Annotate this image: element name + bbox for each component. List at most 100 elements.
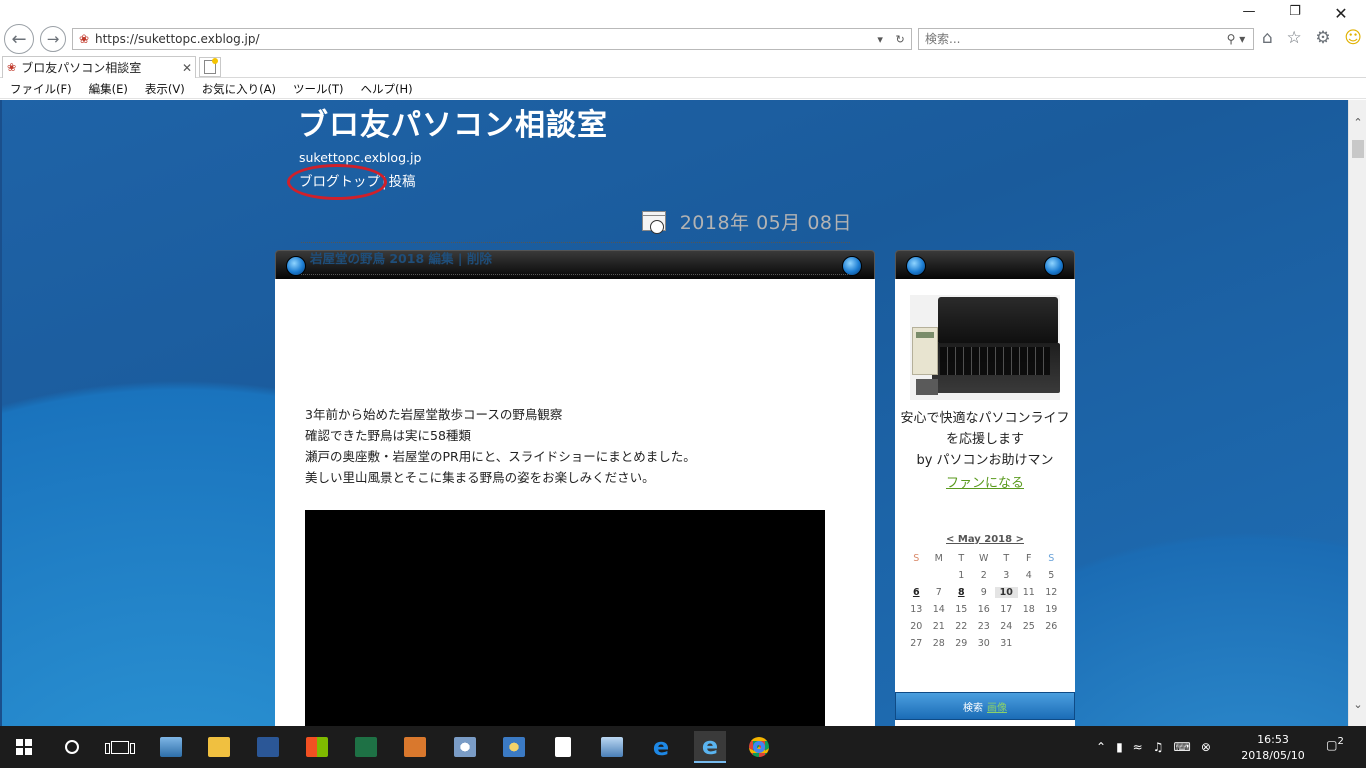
menu-view[interactable]: 表示(V) <box>145 81 185 97</box>
chevron-up-icon[interactable]: ⌃ <box>1096 740 1106 754</box>
close-circle-icon[interactable]: ⊗ <box>1201 740 1211 754</box>
calendar-week-row: 13 14 15 16 17 18 19 <box>905 601 1063 618</box>
post-line: 美しい里山風景とそこに集まる野鳥の姿をお楽しみください。 <box>305 470 655 485</box>
menu-file[interactable]: ファイル(F) <box>10 81 72 97</box>
wifi-icon[interactable]: ≈ <box>1133 740 1143 754</box>
arrow-right-icon: → <box>46 30 60 48</box>
feedback-smiley-icon[interactable]: ☺ <box>1344 28 1362 48</box>
note-icon <box>555 737 571 757</box>
calendar-day: 15 <box>955 604 968 615</box>
taskbar-store[interactable] <box>301 731 333 763</box>
browser-search-input[interactable] <box>925 32 1219 46</box>
sidebar-search-bar[interactable]: 検索 画像 <box>895 692 1075 720</box>
post-title[interactable]: 岩屋堂の野鳥 2018 <box>310 251 424 266</box>
calendar-day: 16 <box>977 604 990 615</box>
delete-link[interactable]: 削除 <box>467 251 492 266</box>
calendar-week-row: 20 21 22 23 24 25 26 <box>905 618 1063 635</box>
cortana-button[interactable] <box>56 731 88 763</box>
battery-icon[interactable]: ▮ <box>1116 740 1123 754</box>
gear-icon[interactable]: ⚙ <box>1315 28 1330 48</box>
taskbar-ie[interactable]: e <box>694 731 726 763</box>
keyboard-icon[interactable]: ⌨ <box>1174 740 1191 754</box>
post-date-row: 2018年 05月 08日 <box>640 208 852 234</box>
favorites-star-icon[interactable]: ☆ <box>1286 28 1301 48</box>
dropdown-arrow-icon[interactable]: ▾ <box>877 33 883 46</box>
home-icon[interactable]: ⌂ <box>1262 28 1273 48</box>
title-separator: | <box>457 251 463 266</box>
menu-tools[interactable]: ツール(T) <box>293 81 344 97</box>
taskbar-edge[interactable]: e <box>645 731 677 763</box>
tab-active[interactable]: ❀ ブロ友パソコン相談室 ✕ <box>2 56 196 78</box>
volume-icon[interactable]: ♫ <box>1153 740 1164 754</box>
start-button[interactable] <box>8 731 40 763</box>
taskbar-notepad[interactable] <box>547 731 579 763</box>
sidebar-search-image-link[interactable]: 画像 <box>987 699 1007 714</box>
forward-button[interactable]: → <box>40 26 66 52</box>
scroll-down-icon[interactable]: ⌄ <box>1349 696 1366 714</box>
calendar-day[interactable]: 6 <box>905 587 928 598</box>
calendar-day: 17 <box>1000 604 1013 615</box>
taskbar-clock[interactable]: 16:53 2018/05/10 <box>1238 732 1308 764</box>
site-title[interactable]: ブロ友パソコン相談室 <box>298 100 608 144</box>
new-tab-button[interactable] <box>199 57 221 77</box>
become-fan-link[interactable]: ファンになる <box>897 472 1073 491</box>
taskbar-app-1[interactable] <box>155 731 187 763</box>
calendar-day: 22 <box>955 621 968 632</box>
browser-toolbar-icons: ⌂ ☆ ⚙ ☺ <box>1262 28 1362 48</box>
calendar-day[interactable]: 8 <box>950 587 973 598</box>
calendar-day: 28 <box>932 638 945 649</box>
taskbar-toolbox[interactable] <box>399 731 431 763</box>
bolt-icon <box>286 256 306 276</box>
close-tab-icon[interactable]: ✕ <box>179 61 195 75</box>
taskbar-chrome[interactable] <box>743 731 775 763</box>
calendar-day: 24 <box>1000 621 1013 632</box>
action-center-button[interactable]: ▢2 <box>1322 736 1348 758</box>
clock-date: 2018/05/10 <box>1241 749 1305 762</box>
tab-favicon-icon: ❀ <box>7 61 17 74</box>
scroll-up-icon[interactable]: ⌃ <box>1349 114 1366 132</box>
store-icon <box>306 737 328 757</box>
calendar-weekday-row: S M T W T F S <box>913 553 1055 564</box>
slideshow-video[interactable] <box>305 510 825 726</box>
menu-favorites[interactable]: お気に入り(A) <box>202 81 276 97</box>
taskbar-paint[interactable] <box>449 731 481 763</box>
calendar-day: 18 <box>1022 604 1035 615</box>
back-button[interactable]: ← <box>4 24 34 54</box>
calendar-day: 21 <box>932 621 945 632</box>
profile-image[interactable] <box>910 295 1060 400</box>
refresh-icon[interactable]: ↻ <box>895 33 904 46</box>
edit-link[interactable]: 編集 <box>429 251 454 266</box>
address-bar[interactable]: ❀ https://sukettopc.exblog.jp/ ▾ ↻ <box>72 28 912 50</box>
post-line: 瀬戸の奥座敷・岩屋堂のPR用にと、スライドショーにまとめました。 <box>305 449 696 464</box>
menu-edit[interactable]: 編集(E) <box>89 81 128 97</box>
clock-time: 16:53 <box>1257 733 1289 746</box>
sidebar-search-label: 検索 <box>963 702 983 714</box>
divider <box>301 242 850 243</box>
red-highlight-circle <box>287 164 387 200</box>
address-url[interactable]: https://sukettopc.exblog.jp/ <box>95 32 871 46</box>
taskbar-explorer[interactable] <box>203 731 235 763</box>
browser-search-box[interactable]: ⚲ ▾ <box>918 28 1254 50</box>
scroll-thumb[interactable] <box>1352 140 1364 158</box>
calendar-day: 5 <box>1048 570 1055 581</box>
arrow-left-icon: ← <box>11 28 27 50</box>
taskbar-palette[interactable] <box>498 731 530 763</box>
calendar-day: 7 <box>935 587 942 598</box>
side-panel-header <box>895 250 1075 280</box>
post-link[interactable]: 投稿 <box>389 174 416 190</box>
taskbar-remote[interactable] <box>596 731 628 763</box>
taskbar-word[interactable] <box>252 731 284 763</box>
search-icon[interactable]: ⚲ ▾ <box>1219 32 1253 46</box>
bolt-icon <box>906 256 926 276</box>
page-scrollbar[interactable]: ⌃ ⌄ <box>1348 100 1366 726</box>
page-viewport: ブロ友パソコン相談室 sukettopc.exblog.jp ブログトップ | 投稿… <box>0 100 1348 726</box>
close-window-button[interactable]: ✕ <box>1318 4 1364 24</box>
calendar-title[interactable]: < May 2018 > <box>897 534 1073 545</box>
taskbar-excel[interactable] <box>350 731 382 763</box>
maximize-button[interactable]: ❐ <box>1272 4 1318 24</box>
calendar-clock-icon <box>641 211 666 234</box>
minimize-button[interactable]: — <box>1226 4 1272 24</box>
task-view-button[interactable] <box>104 731 136 763</box>
calendar-week-row: 27 28 29 30 31 <box>905 635 1063 652</box>
menu-help[interactable]: ヘルプ(H) <box>361 81 413 97</box>
